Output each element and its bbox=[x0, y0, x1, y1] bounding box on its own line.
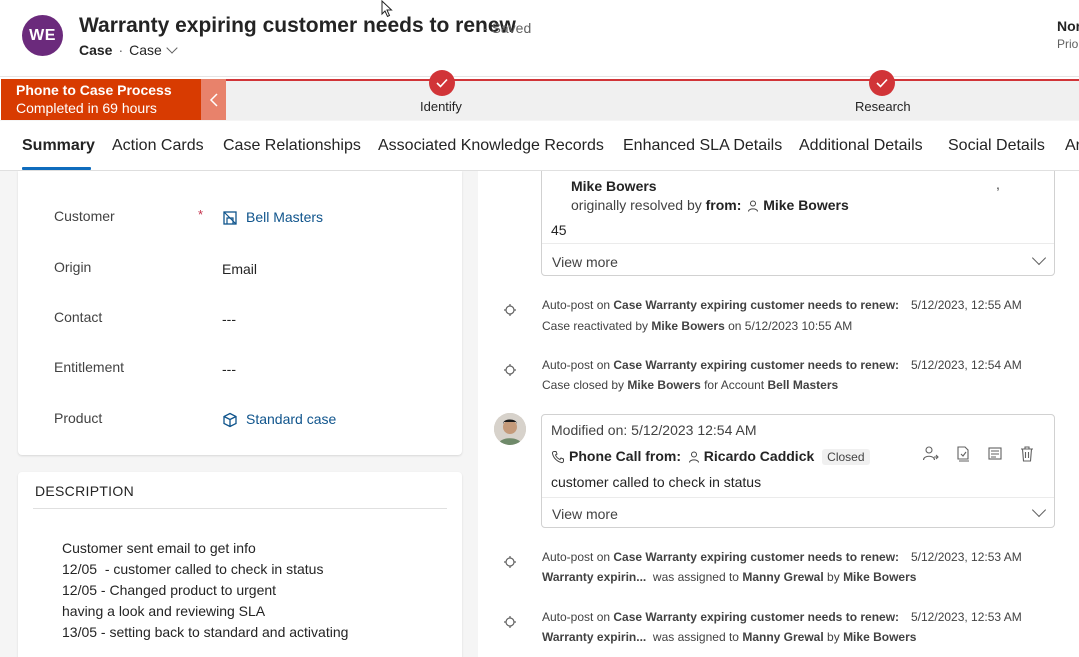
description-section: DESCRIPTION Customer sent email to get i… bbox=[18, 472, 462, 657]
post-timestamp: 5/12/2023, 12:53 AM bbox=[911, 610, 1022, 624]
stage-identify-node[interactable] bbox=[429, 70, 455, 96]
entitlement-label: Entitlement bbox=[54, 359, 125, 375]
divider bbox=[33, 508, 447, 509]
tab-summary[interactable]: Summary bbox=[22, 137, 95, 155]
post-timestamp: 5/12/2023, 12:53 AM bbox=[911, 550, 1022, 564]
auto-post-icon bbox=[504, 364, 516, 376]
product-cube-icon bbox=[223, 413, 237, 428]
contact-label: Contact bbox=[54, 309, 103, 325]
mouse-cursor-icon bbox=[381, 0, 393, 18]
auto-post-header: Auto-post on Case Warranty expiring cust… bbox=[542, 298, 900, 312]
view-more-link[interactable]: View more bbox=[552, 254, 618, 270]
auto-post-icon bbox=[504, 556, 516, 568]
form-tabs: Summary Action Cards Case Relationships … bbox=[0, 121, 1079, 171]
auto-post-header: Auto-post on Case Warranty expiring cust… bbox=[542, 358, 900, 372]
divider bbox=[542, 243, 1054, 244]
separator-dot: · bbox=[118, 42, 124, 58]
record-title: Warranty expiring customer needs to rene… bbox=[79, 14, 516, 37]
description-line: Customer sent email to get info bbox=[62, 540, 256, 556]
chevron-down-icon[interactable] bbox=[1031, 502, 1047, 518]
description-line: 13/05 - setting back to standard and act… bbox=[62, 624, 349, 640]
modified-on: Modified on: 5/12/2023 12:54 AM bbox=[551, 422, 757, 438]
product-label: Product bbox=[54, 410, 103, 426]
checkmark-icon bbox=[436, 78, 448, 88]
tab-case-relationships[interactable]: Case Relationships bbox=[223, 137, 361, 155]
activity-description: customer called to check in status bbox=[551, 474, 762, 490]
description-text[interactable]: Customer sent email to get info 12/05 - … bbox=[62, 538, 348, 643]
entity-name: Case bbox=[79, 42, 113, 58]
chevron-down-icon bbox=[166, 42, 178, 54]
card-action-icons bbox=[922, 445, 1036, 463]
checkmark-icon bbox=[876, 78, 888, 88]
stage-identify-label[interactable]: Identify bbox=[420, 99, 462, 114]
auto-post-icon bbox=[504, 616, 516, 628]
tab-action-cards[interactable]: Action Cards bbox=[112, 137, 204, 155]
process-stage-active[interactable]: Phone to Case Process Completed in 69 ho… bbox=[1, 79, 201, 120]
save-status: - Saved bbox=[483, 20, 532, 36]
origin-label: Origin bbox=[54, 259, 92, 275]
case-details-section: Customer * Bell Masters Origin Email Con… bbox=[18, 171, 462, 455]
chevron-down-icon[interactable] bbox=[1031, 250, 1047, 266]
status-badge: Closed bbox=[822, 449, 870, 465]
account-icon bbox=[223, 211, 237, 225]
person-icon bbox=[748, 200, 759, 212]
phone-call-activity-card[interactable]: Modified on: 5/12/2023 12:54 AM Phone Ca… bbox=[541, 414, 1055, 528]
assign-icon[interactable] bbox=[922, 445, 940, 463]
customer-label: Customer bbox=[54, 208, 115, 224]
entity-breadcrumb: Case · Case bbox=[79, 42, 178, 58]
business-process-flow: Phone to Case Process Completed in 69 ho… bbox=[0, 70, 1079, 120]
auto-post-body: Warranty expirin... was assigned to Mann… bbox=[542, 570, 917, 584]
chevron-left-icon bbox=[209, 92, 218, 107]
description-line: 12/05 - Changed product to urgent bbox=[62, 582, 277, 598]
record-owner: Mike Bowers bbox=[571, 178, 657, 194]
stage-research-label[interactable]: Research bbox=[855, 99, 911, 114]
user-avatar bbox=[494, 413, 526, 445]
stage-research-node[interactable] bbox=[869, 70, 895, 96]
contact-value[interactable]: --- bbox=[222, 311, 236, 327]
auto-post-header: Auto-post on Case Warranty expiring cust… bbox=[542, 610, 900, 624]
process-track-area: Identify Research bbox=[226, 70, 1079, 120]
origin-value[interactable]: Email bbox=[222, 261, 257, 277]
process-track bbox=[226, 79, 1079, 81]
record-avatar: WE bbox=[22, 15, 63, 56]
open-record-icon[interactable] bbox=[986, 445, 1004, 463]
delete-icon[interactable] bbox=[1018, 445, 1036, 463]
description-title: DESCRIPTION bbox=[35, 483, 134, 499]
post-timestamp: 5/12/2023, 12:54 AM bbox=[911, 358, 1022, 372]
record-header: WE Warranty expiring customer needs to r… bbox=[0, 0, 1079, 76]
auto-post-header: Auto-post on Case Warranty expiring cust… bbox=[542, 550, 900, 564]
tab-overflow[interactable]: Ar bbox=[1065, 137, 1079, 155]
tab-enhanced-sla-details[interactable]: Enhanced SLA Details bbox=[623, 137, 782, 155]
close-activity-icon[interactable] bbox=[954, 445, 972, 463]
tab-additional-details[interactable]: Additional Details bbox=[799, 137, 923, 155]
divider bbox=[542, 497, 1054, 498]
product-lookup-value[interactable]: Standard case bbox=[222, 411, 336, 428]
required-indicator: * bbox=[198, 207, 204, 222]
collapse-process-button[interactable] bbox=[201, 79, 226, 120]
post-timestamp: 5/12/2023, 12:55 AM bbox=[911, 298, 1022, 312]
description-line: 12/05 - customer called to check in stat… bbox=[62, 561, 324, 577]
description-line: having a look and reviewing SLA bbox=[62, 603, 266, 619]
active-tab-indicator bbox=[22, 167, 91, 170]
phone-icon bbox=[551, 451, 564, 464]
activity-title: Phone Call from: Ricardo Caddick Closed bbox=[551, 448, 870, 465]
auto-post-body: Case closed by Mike Bowers for Account B… bbox=[542, 378, 839, 392]
entitlement-value[interactable]: --- bbox=[222, 361, 236, 377]
timeline-record-card[interactable]: Mike Bowers , originally resolved by fro… bbox=[541, 171, 1055, 276]
resolved-by-line: originally resolved by from: Mike Bowers bbox=[571, 197, 849, 213]
record-value: 45 bbox=[551, 222, 567, 238]
auto-post-body: Case reactivated by Mike Bowers on 5/12/… bbox=[542, 319, 853, 333]
customer-lookup-value[interactable]: Bell Masters bbox=[222, 209, 323, 226]
timeline-wall: Mike Bowers , originally resolved by fro… bbox=[478, 171, 1079, 657]
auto-post-body: Warranty expirin... was assigned to Mann… bbox=[542, 630, 917, 644]
tab-social-details[interactable]: Social Details bbox=[948, 137, 1045, 155]
form-selector[interactable]: Case bbox=[129, 42, 178, 58]
tab-associated-knowledge-records[interactable]: Associated Knowledge Records bbox=[378, 137, 604, 155]
header-field-priority: Nor Prio bbox=[1057, 18, 1079, 51]
person-icon bbox=[688, 451, 699, 463]
view-more-link[interactable]: View more bbox=[552, 506, 618, 522]
auto-post-icon bbox=[504, 304, 516, 316]
